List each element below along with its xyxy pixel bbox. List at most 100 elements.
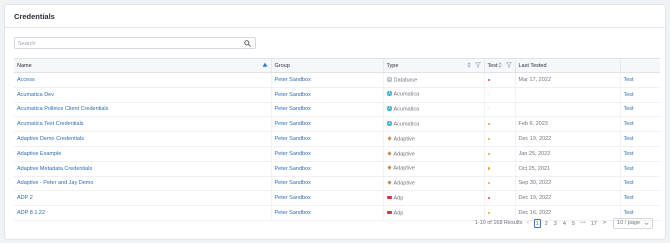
test-button[interactable]: Test — [619, 116, 660, 133]
page-size-select[interactable]: 10 / page — [613, 217, 653, 229]
search-input[interactable] — [18, 39, 238, 48]
page-button-1[interactable]: 1 — [533, 218, 541, 228]
test-status-cell — [483, 176, 515, 192]
group-link[interactable]: Peter Sandbox — [270, 205, 383, 221]
credential-name-link[interactable]: Adaptive Demo Credentials — [14, 131, 271, 147]
sort-icon[interactable] — [466, 62, 472, 68]
test-status-cell — [483, 161, 515, 177]
page-button-last[interactable]: 17 — [589, 219, 599, 228]
table-row[interactable]: Adaptive Metadata Credentials Peter Sandb… — [14, 161, 660, 177]
chevron-down-icon — [644, 222, 649, 225]
test-button[interactable]: Test — [619, 190, 660, 207]
table-row[interactable]: Access Peter Sandbox Database Mar 17, 2022 T… — [14, 72, 660, 88]
credentials-table: Name Group Type Test Last Tested Access … — [14, 58, 660, 221]
test-button[interactable]: Test — [619, 176, 660, 192]
column-header-name[interactable]: Name — [14, 58, 271, 73]
test-button[interactable]: Test — [619, 161, 660, 177]
test-status-cell: - — [483, 87, 515, 103]
test-button[interactable]: Test — [619, 72, 660, 88]
adp-icon — [386, 210, 392, 215]
group-link[interactable]: Peter Sandbox — [270, 176, 383, 192]
type-label: Database — [393, 77, 418, 84]
column-header-group[interactable]: Group — [270, 58, 383, 73]
type-cell: Acumatica — [382, 102, 484, 118]
type-label: Adaptive — [393, 136, 415, 143]
table-row[interactable]: Acumatica Dev Peter Sandbox Acumatica - Test — [14, 87, 660, 103]
next-page-button[interactable]: > — [602, 220, 607, 226]
test-status-cell — [483, 190, 515, 207]
credentials-panel: Credentials Name Group Type — [4, 4, 666, 240]
column-header-actions — [619, 58, 660, 73]
credential-name-link[interactable]: Acumatica Polleice Client Credentials — [14, 102, 271, 118]
last-tested-cell: Dec 19, 2022 — [514, 131, 620, 147]
adaptive-icon — [387, 165, 392, 171]
type-cell: Adaptive — [382, 131, 484, 147]
last-tested-cell: Jan 25, 2022 — [514, 146, 620, 162]
last-tested-cell: Sep 30, 2022 — [514, 176, 620, 192]
test-status-cell: - — [483, 102, 515, 118]
group-link[interactable]: Peter Sandbox — [270, 161, 383, 177]
last-tested-cell — [514, 87, 620, 103]
credential-name-link[interactable]: Acumatica Test Credentials — [14, 116, 271, 133]
type-label: Adaptive — [393, 180, 415, 187]
test-button[interactable]: Test — [619, 146, 660, 162]
test-button[interactable]: Test — [619, 102, 660, 118]
group-link[interactable]: Peter Sandbox — [270, 116, 383, 133]
no-status-dash: - — [487, 91, 490, 98]
credential-name-link[interactable]: Access — [14, 72, 271, 88]
group-link[interactable]: Peter Sandbox — [270, 131, 383, 147]
adaptive-icon — [387, 150, 392, 156]
table-row[interactable]: Acumatica Test Credentials Peter Sandbox A… — [14, 116, 660, 133]
adaptive-icon — [387, 136, 392, 141]
page-button-3[interactable]: 3 — [552, 219, 559, 228]
credential-name-link[interactable]: Acumatica Dev — [14, 87, 271, 103]
page-button-2[interactable]: 2 — [543, 219, 550, 228]
type-cell: Adp — [382, 190, 484, 207]
group-link[interactable]: Peter Sandbox — [270, 146, 383, 162]
table-row[interactable]: Adaptive Example Peter Sandbox Adaptive Jan… — [14, 146, 660, 162]
table-row[interactable]: ADP 2 Peter Sandbox Adp Dec 19, 2022 Test — [14, 190, 660, 207]
type-cell: Adaptive — [382, 146, 484, 162]
table-header-row: Name Group Type Test Last Tested — [14, 58, 660, 73]
credential-name-link[interactable]: Adaptive Example — [14, 146, 271, 162]
group-link[interactable]: Peter Sandbox — [270, 72, 383, 88]
test-button[interactable]: Test — [619, 87, 660, 103]
filter-icon[interactable] — [505, 62, 512, 68]
pagination: 1-10 of 168 Results < 12345 ••• 17 > 10 … — [475, 217, 653, 229]
column-header-type[interactable]: Type — [382, 58, 484, 73]
group-link[interactable]: Peter Sandbox — [270, 190, 383, 207]
credential-name-link[interactable]: ADP 2 — [14, 190, 271, 207]
group-link[interactable]: Peter Sandbox — [270, 102, 383, 118]
filter-icon[interactable] — [474, 62, 481, 68]
search-box[interactable] — [14, 37, 256, 49]
search-icon[interactable] — [244, 40, 251, 47]
adp-icon — [386, 195, 392, 200]
status-passed-dot — [487, 152, 490, 155]
type-label: Adaptive — [393, 165, 415, 172]
table-row[interactable]: Adaptive - Peter and Jay Demo Peter Sandb… — [14, 176, 660, 192]
group-link[interactable]: Peter Sandbox — [270, 87, 383, 103]
page-button-4[interactable]: 4 — [561, 219, 568, 228]
page-button-5[interactable]: 5 — [570, 219, 577, 228]
sort-ascending-icon[interactable] — [262, 62, 268, 68]
page-ellipsis[interactable]: ••• — [580, 220, 586, 226]
acumatica-icon — [386, 91, 392, 97]
credential-name-link[interactable]: Adaptive - Peter and Jay Demo — [14, 176, 271, 192]
type-cell: Database — [382, 72, 484, 88]
test-status-cell — [483, 131, 515, 147]
table-row[interactable]: Acumatica Polleice Client Credentials Pet… — [14, 102, 660, 118]
last-tested-cell: Dec 19, 2022 — [514, 190, 620, 207]
column-header-test[interactable]: Test — [483, 58, 515, 73]
column-header-last-tested[interactable]: Last Tested — [514, 58, 620, 73]
type-cell: Adaptive — [382, 176, 484, 192]
status-passed-dot — [487, 123, 490, 126]
type-label: Acumatica — [393, 121, 420, 128]
sort-icon[interactable] — [497, 62, 503, 68]
credential-name-link[interactable]: ADP 8.1.22 — [14, 205, 271, 221]
acumatica-icon — [386, 106, 392, 111]
table-row[interactable]: Adaptive Demo Credentials Peter Sandbox Ad… — [14, 131, 660, 147]
prev-page-button[interactable]: < — [525, 220, 530, 226]
status-failed-dot — [487, 78, 490, 81]
test-button[interactable]: Test — [619, 131, 660, 147]
credential-name-link[interactable]: Adaptive Metadata Credentials — [14, 161, 271, 177]
